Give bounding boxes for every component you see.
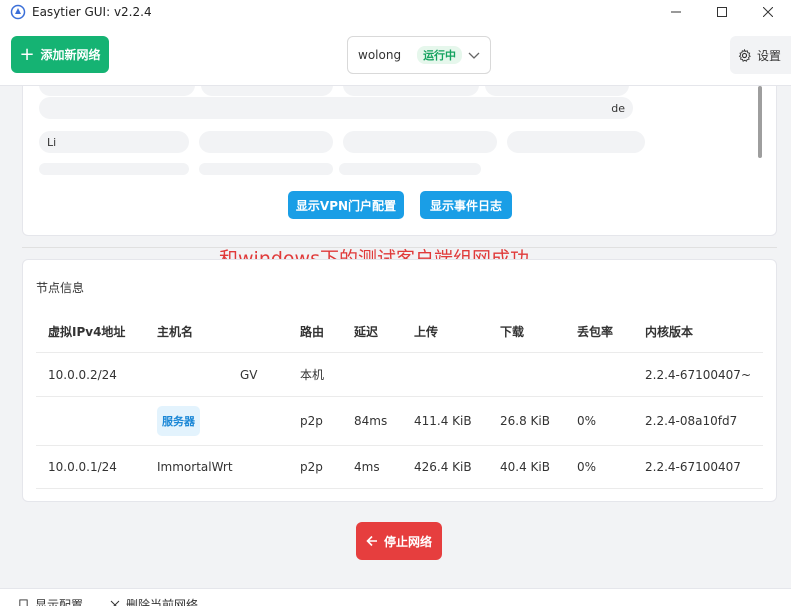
title-bar: Easytier GUI: v2.2.4 <box>0 0 791 24</box>
column-header: 路由 <box>300 325 325 339</box>
peer-chip <box>485 86 629 96</box>
peer-chip: Li <box>39 131 189 153</box>
close-window-button[interactable] <box>745 0 791 24</box>
cell-latency: 84ms <box>354 414 388 428</box>
document-icon <box>19 599 28 606</box>
cell-loss: 0% <box>577 414 597 428</box>
show-config-button[interactable]: 显示配置 <box>18 596 83 606</box>
nodes-title: 节点信息 <box>36 281 85 295</box>
cell-version: 2.2.4-08a10fd7 <box>645 414 738 428</box>
peer-chip <box>507 131 645 153</box>
delete-network-button[interactable]: 删除当前网络 <box>110 596 198 606</box>
chevron-down-icon <box>468 52 480 59</box>
close-icon <box>110 600 120 606</box>
cell-download: 26.8 KiB <box>500 414 550 428</box>
peer-chip <box>199 131 333 153</box>
cell-latency: 4ms <box>354 460 380 474</box>
peer-chip <box>199 163 333 175</box>
peer-chip <box>339 163 481 175</box>
minimize-icon <box>671 11 681 13</box>
show-config-label: 显示配置 <box>35 598 84 606</box>
peer-chip <box>39 163 189 175</box>
window-title: Easytier GUI: v2.2.4 <box>32 5 152 19</box>
cell-version: 2.2.4-67100407~ <box>645 367 751 382</box>
bottom-bar: 显示配置 删除当前网络 <box>0 588 791 606</box>
cell-hostname: GV <box>240 367 258 382</box>
nodes-table: 虚拟IPv4地址 主机名 路由 延迟 上传 下载 丢包率 内核版本 10.0.0… <box>36 311 763 489</box>
show-event-log-button[interactable]: 显示事件日志 <box>420 191 512 219</box>
peer-chip <box>343 86 479 96</box>
close-icon <box>763 7 773 17</box>
settings-button[interactable]: 设置 <box>730 36 791 74</box>
network-select[interactable]: wolong 运行中 <box>347 36 491 74</box>
maximize-icon <box>717 7 727 17</box>
peer-chip <box>343 131 497 153</box>
cell-version: 2.2.4-67100407 <box>645 460 741 474</box>
cell-hostname: 服务器 <box>157 397 200 445</box>
stop-network-button[interactable]: 停止网络 <box>356 522 442 560</box>
stop-network-label: 停止网络 <box>383 534 432 549</box>
column-header: 主机名 <box>157 325 194 339</box>
table-row[interactable]: 服务器 p2p 84ms 411.4 KiB 26.8 KiB 0% 2.2.4… <box>36 397 763 446</box>
toolbar: + 添加新网络 wolong 运行中 设置 <box>0 24 791 86</box>
cell-download: 40.4 KiB <box>500 460 550 474</box>
peer-chip: de <box>39 97 633 119</box>
cell-route: p2p <box>300 460 323 474</box>
column-header: 延迟 <box>354 325 379 339</box>
minimize-button[interactable] <box>653 0 699 24</box>
status-badge: 运行中 <box>417 46 463 64</box>
peer-chip <box>39 86 195 96</box>
cell-loss: 0% <box>577 460 597 474</box>
cell-route: p2p <box>300 414 323 428</box>
column-header: 丢包率 <box>577 325 614 339</box>
peer-chip-text: Li <box>47 135 57 149</box>
table-row[interactable]: 10.0.0.1/24 ImmortalWrt p2p 4ms 426.4 Ki… <box>36 446 763 489</box>
column-header: 上传 <box>414 325 439 339</box>
column-header: 虚拟IPv4地址 <box>48 325 126 339</box>
cell-upload: 426.4 KiB <box>414 460 472 474</box>
delete-network-label: 删除当前网络 <box>126 598 199 606</box>
column-header: 内核版本 <box>645 325 694 339</box>
cell-hostname: ImmortalWrt <box>157 460 233 474</box>
peers-scrollbar[interactable] <box>758 86 762 158</box>
app-logo-icon <box>10 4 26 20</box>
server-tag: 服务器 <box>157 406 200 436</box>
table-row[interactable]: 10.0.0.2/24 GV 本机 2.2.4-67100407~ <box>36 353 763 397</box>
arrow-left-icon <box>366 535 377 547</box>
gear-icon <box>738 48 751 62</box>
settings-label: 设置 <box>757 48 782 63</box>
add-network-button[interactable]: + 添加新网络 <box>11 36 109 73</box>
peer-chip-text: de <box>611 101 625 115</box>
cell-upload: 411.4 KiB <box>414 414 472 428</box>
plus-icon: + <box>19 43 35 65</box>
peers-panel: de Li 显示VPN门户配置 显示事件日志 <box>22 86 777 236</box>
cell-ipv4: 10.0.0.2/24 <box>48 367 117 382</box>
nodes-panel: 节点信息 虚拟IPv4地址 主机名 路由 延迟 上传 下载 丢包率 内核版本 1… <box>22 259 777 502</box>
column-header: 下载 <box>500 325 525 339</box>
add-network-label: 添加新网络 <box>40 48 101 62</box>
maximize-button[interactable] <box>699 0 745 24</box>
network-name: wolong <box>358 48 402 62</box>
cell-ipv4: 10.0.0.1/24 <box>48 460 117 474</box>
cell-route: 本机 <box>300 368 325 382</box>
show-vpn-portal-button[interactable]: 显示VPN门户配置 <box>288 191 404 219</box>
peer-chip <box>201 86 333 96</box>
table-header: 虚拟IPv4地址 主机名 路由 延迟 上传 下载 丢包率 内核版本 <box>36 311 763 353</box>
